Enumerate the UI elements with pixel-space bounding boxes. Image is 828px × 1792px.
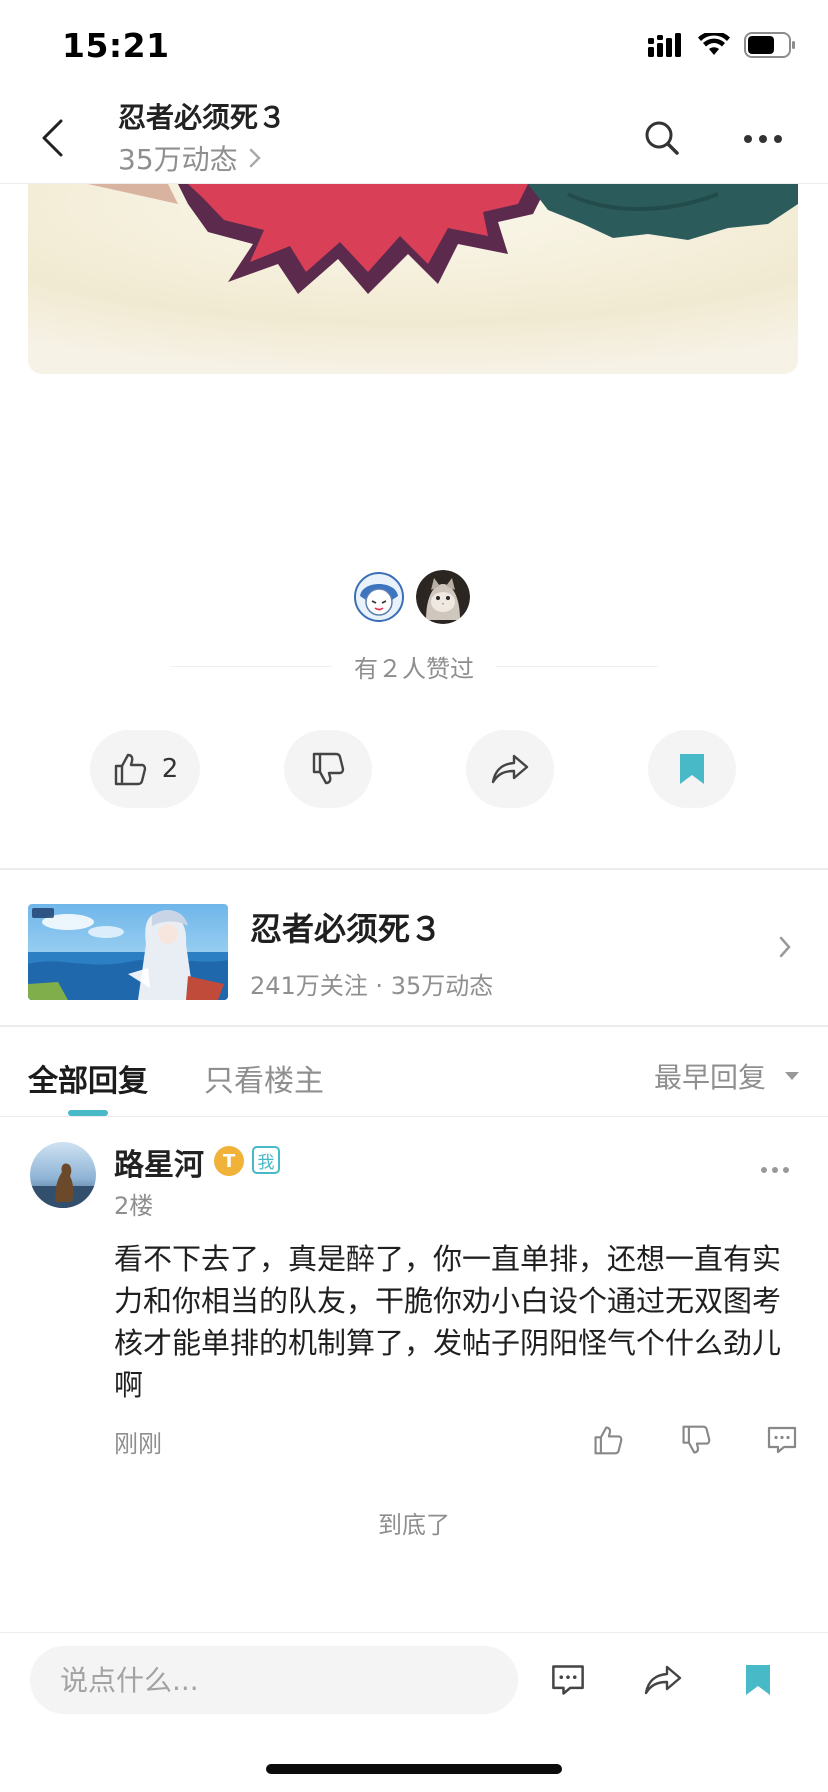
forum-activity-link[interactable]: 35万动态	[118, 138, 262, 178]
caret-down-icon	[785, 1072, 799, 1080]
liker-avatar-2[interactable]	[416, 570, 470, 624]
end-of-list-text: 到底了	[378, 1511, 450, 1539]
post-image[interactable]	[28, 184, 798, 374]
reply-comment-button[interactable]	[764, 1422, 800, 1458]
reply-floor: 2楼	[114, 1192, 154, 1220]
share-bottom-button[interactable]	[640, 1660, 686, 1700]
bookmark-icon	[746, 1665, 770, 1695]
divider	[496, 665, 658, 667]
chevron-right-icon	[779, 936, 791, 958]
reply-more-button[interactable]	[760, 1160, 790, 1180]
wifi-icon	[698, 33, 730, 55]
forum-card-stats: 241万关注 · 35万动态	[250, 972, 494, 1000]
more-button[interactable]	[740, 122, 786, 156]
battery-icon	[744, 32, 795, 58]
search-button[interactable]	[640, 116, 684, 160]
comment-input[interactable]	[30, 1646, 518, 1714]
tab-all-replies[interactable]: 全部回复	[28, 1056, 148, 1100]
thumbs-down-icon	[682, 1425, 711, 1454]
more-icon	[744, 135, 782, 143]
reply-content: 看不下去了，真是醉了，你一直单排，还想一直有实力和你相当的队友，干脆你劝小白设个…	[114, 1242, 782, 1402]
liker-avatar-1[interactable]	[352, 570, 406, 624]
reply-like-button[interactable]	[590, 1422, 626, 1458]
favorite-button[interactable]	[648, 730, 736, 808]
thumbs-down-icon	[312, 752, 345, 785]
liker-avatars[interactable]	[352, 570, 470, 624]
forum-thumbnail[interactable]	[28, 904, 228, 1000]
divider	[170, 665, 332, 667]
chevron-left-icon	[42, 119, 63, 157]
forum-activity-count: 35万动态	[118, 143, 238, 176]
post-illustration	[28, 184, 798, 374]
share-button[interactable]	[466, 730, 554, 808]
thumbs-up-icon	[114, 753, 146, 786]
share-icon	[491, 754, 529, 784]
home-indicator[interactable]	[266, 1764, 562, 1774]
tab-op-only[interactable]: 只看楼主	[204, 1056, 324, 1100]
search-icon	[645, 121, 679, 155]
section-divider	[0, 1025, 828, 1027]
dislike-button[interactable]	[284, 730, 372, 808]
comment-icon	[767, 1426, 797, 1454]
comments-button[interactable]	[546, 1660, 590, 1700]
reply-time: 刚刚	[114, 1430, 162, 1458]
forum-card-name[interactable]: 忍者必须死３	[250, 904, 442, 950]
more-icon	[761, 1167, 789, 1173]
back-button[interactable]	[28, 112, 76, 164]
me-badge: 我	[252, 1146, 280, 1174]
forum-card-arrow[interactable]	[770, 932, 800, 962]
sort-label: 最早回复	[653, 1061, 766, 1094]
forum-title[interactable]: 忍者必须死３	[118, 96, 286, 136]
reply-dislike-button[interactable]	[678, 1422, 714, 1458]
bookmark-icon	[680, 754, 704, 784]
comment-icon	[552, 1665, 584, 1695]
favorite-bottom-button[interactable]	[740, 1660, 776, 1700]
thumbs-up-icon	[594, 1426, 623, 1455]
signal-icon	[648, 33, 681, 57]
tabs-divider	[0, 1116, 828, 1117]
liked-count-text: 有２人赞过	[354, 654, 474, 683]
status-time: 15:21	[62, 26, 170, 65]
reply-author-avatar[interactable]	[30, 1142, 96, 1208]
like-button[interactable]: 2	[90, 730, 200, 808]
status-icons	[648, 32, 796, 58]
share-icon	[644, 1665, 682, 1695]
chevron-right-icon	[249, 148, 261, 168]
liked-summary: 有２人赞过	[170, 650, 658, 683]
sort-dropdown[interactable]: 最早回复	[654, 1056, 800, 1096]
level-badge: T	[214, 1146, 244, 1176]
reply-author-name[interactable]: 路星河	[114, 1140, 204, 1184]
like-count: 2	[161, 754, 179, 784]
